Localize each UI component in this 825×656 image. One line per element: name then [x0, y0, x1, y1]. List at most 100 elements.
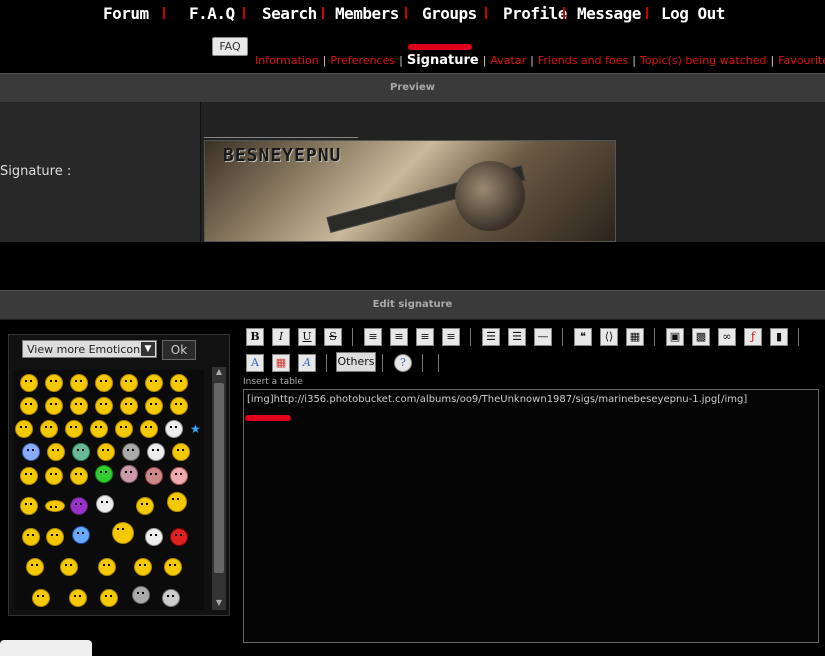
- smiley-icon[interactable]: [20, 497, 38, 515]
- smiley-icon[interactable]: [70, 374, 88, 392]
- tab-topics-watched[interactable]: Topic(s) being watched: [640, 54, 767, 67]
- smiley-icon[interactable]: [20, 397, 38, 415]
- smiley-icon[interactable]: [40, 420, 58, 438]
- smiley-icon[interactable]: [45, 374, 63, 392]
- smiley-icon[interactable]: [170, 528, 188, 546]
- align-left-icon[interactable]: ≡: [364, 328, 382, 346]
- tab-signature[interactable]: Signature: [407, 53, 479, 68]
- smiley-icon[interactable]: [136, 497, 154, 515]
- help-icon[interactable]: ?: [394, 354, 412, 372]
- smiley-icon[interactable]: [70, 497, 88, 515]
- smiley-icon[interactable]: [70, 397, 88, 415]
- smiley-icon[interactable]: [170, 467, 188, 485]
- smiley-icon[interactable]: [95, 374, 113, 392]
- smiley-icon[interactable]: [70, 467, 88, 485]
- nav-search[interactable]: Search: [262, 4, 317, 23]
- table-icon[interactable]: ▦: [626, 328, 644, 346]
- bullet-list-icon[interactable]: ☰: [482, 328, 500, 346]
- tab-avatar[interactable]: Avatar: [490, 54, 526, 67]
- smiley-icon[interactable]: [172, 443, 190, 461]
- strikethrough-icon[interactable]: S: [324, 328, 342, 346]
- smiley-icon[interactable]: [145, 374, 163, 392]
- quote-icon[interactable]: ❝: [574, 328, 592, 346]
- align-justify-icon[interactable]: ≡: [442, 328, 460, 346]
- smiley-icon[interactable]: [120, 397, 138, 415]
- smiley-icon[interactable]: [147, 443, 165, 461]
- signature-textarea[interactable]: [img]http://i356.photobucket.com/albums/…: [243, 389, 819, 643]
- smiley-icon[interactable]: [140, 420, 158, 438]
- emoticons-select[interactable]: View more Emoticons ▼: [22, 340, 157, 358]
- smiley-icon[interactable]: [96, 495, 114, 513]
- flash-icon[interactable]: ƒ: [744, 328, 762, 346]
- smiley-icon[interactable]: [46, 528, 64, 546]
- italic-icon[interactable]: I: [272, 328, 290, 346]
- smiley-icon[interactable]: [95, 397, 113, 415]
- image-icon[interactable]: ▩: [692, 328, 710, 346]
- smiley-icon[interactable]: [115, 420, 133, 438]
- horizontal-rule-icon[interactable]: —: [534, 328, 552, 346]
- nav-groups[interactable]: Groups: [422, 4, 477, 23]
- smiley-icon[interactable]: [69, 589, 87, 607]
- bold-icon[interactable]: B: [246, 328, 264, 346]
- alien-smiley-icon[interactable]: [95, 465, 113, 483]
- smiley-icon[interactable]: [45, 397, 63, 415]
- smiley-icon[interactable]: [45, 467, 63, 485]
- code-icon[interactable]: ⟨⟩: [600, 328, 618, 346]
- underline-icon[interactable]: U: [298, 328, 316, 346]
- smiley-icon[interactable]: [132, 586, 150, 604]
- tab-friends-and-foes[interactable]: Friends and foes: [538, 54, 628, 67]
- nav-members[interactable]: Members: [335, 4, 399, 23]
- nav-forum[interactable]: Forum: [103, 4, 149, 23]
- nav-logout[interactable]: Log Out: [661, 4, 725, 23]
- skull-smiley-icon[interactable]: [165, 420, 183, 438]
- font-size-icon[interactable]: A: [298, 354, 316, 372]
- smiley-icon[interactable]: [97, 443, 115, 461]
- nav-profile[interactable]: Profile: [503, 4, 567, 23]
- sun-smiley-icon[interactable]: [112, 522, 134, 544]
- faq-button[interactable]: FAQ: [212, 37, 248, 56]
- tab-information[interactable]: Information: [255, 54, 319, 67]
- smiley-icon[interactable]: [170, 374, 188, 392]
- emoticons-ok-button[interactable]: Ok: [162, 340, 196, 360]
- smiley-icon[interactable]: [45, 500, 65, 512]
- sleepy-smiley-icon[interactable]: [72, 526, 90, 544]
- smiley-icon[interactable]: [90, 420, 108, 438]
- smiley-icon[interactable]: [98, 558, 116, 576]
- smiley-icon[interactable]: [20, 467, 38, 485]
- image-host-icon[interactable]: ▣: [666, 328, 684, 346]
- pig-smiley-icon[interactable]: [120, 465, 138, 483]
- tab-favourites[interactable]: Favourites: [778, 54, 825, 67]
- smiley-icon[interactable]: [72, 443, 90, 461]
- video-icon[interactable]: ▮: [770, 328, 788, 346]
- link-icon[interactable]: ∞: [718, 328, 736, 346]
- smiley-icon[interactable]: [134, 558, 152, 576]
- font-color-icon[interactable]: A: [246, 354, 264, 372]
- nav-message[interactable]: Message: [577, 4, 641, 23]
- smiley-icon[interactable]: [47, 443, 65, 461]
- smiley-icon[interactable]: [122, 443, 140, 461]
- reindeer-smiley-icon[interactable]: [60, 558, 78, 576]
- bottom-tab[interactable]: [0, 640, 92, 656]
- nav-faq[interactable]: F.A.Q: [189, 4, 235, 23]
- scrollbar-thumb[interactable]: [214, 383, 224, 573]
- bunny-smiley-icon[interactable]: [145, 528, 163, 546]
- color-palette-icon[interactable]: ▦: [272, 354, 290, 372]
- smiley-icon[interactable]: [164, 558, 182, 576]
- align-right-icon[interactable]: ≡: [416, 328, 434, 346]
- smiley-icon[interactable]: [15, 420, 33, 438]
- star-icon[interactable]: ★: [190, 422, 201, 436]
- scroll-down-icon[interactable]: ▼: [212, 598, 226, 610]
- santa-smiley-icon[interactable]: [26, 558, 44, 576]
- smiley-icon[interactable]: [120, 374, 138, 392]
- smiley-icon[interactable]: [22, 528, 40, 546]
- smiley-icon[interactable]: [20, 374, 38, 392]
- emoticon-scrollbar[interactable]: ▲ ▼: [212, 367, 226, 610]
- smiley-icon[interactable]: [100, 589, 118, 607]
- tab-preferences[interactable]: Preferences: [330, 54, 395, 67]
- smiley-icon[interactable]: [32, 589, 50, 607]
- smiley-icon[interactable]: [145, 397, 163, 415]
- smiley-icon[interactable]: [22, 443, 40, 461]
- smiley-icon[interactable]: [65, 420, 83, 438]
- smiley-icon[interactable]: [167, 492, 187, 512]
- smiley-icon[interactable]: [170, 397, 188, 415]
